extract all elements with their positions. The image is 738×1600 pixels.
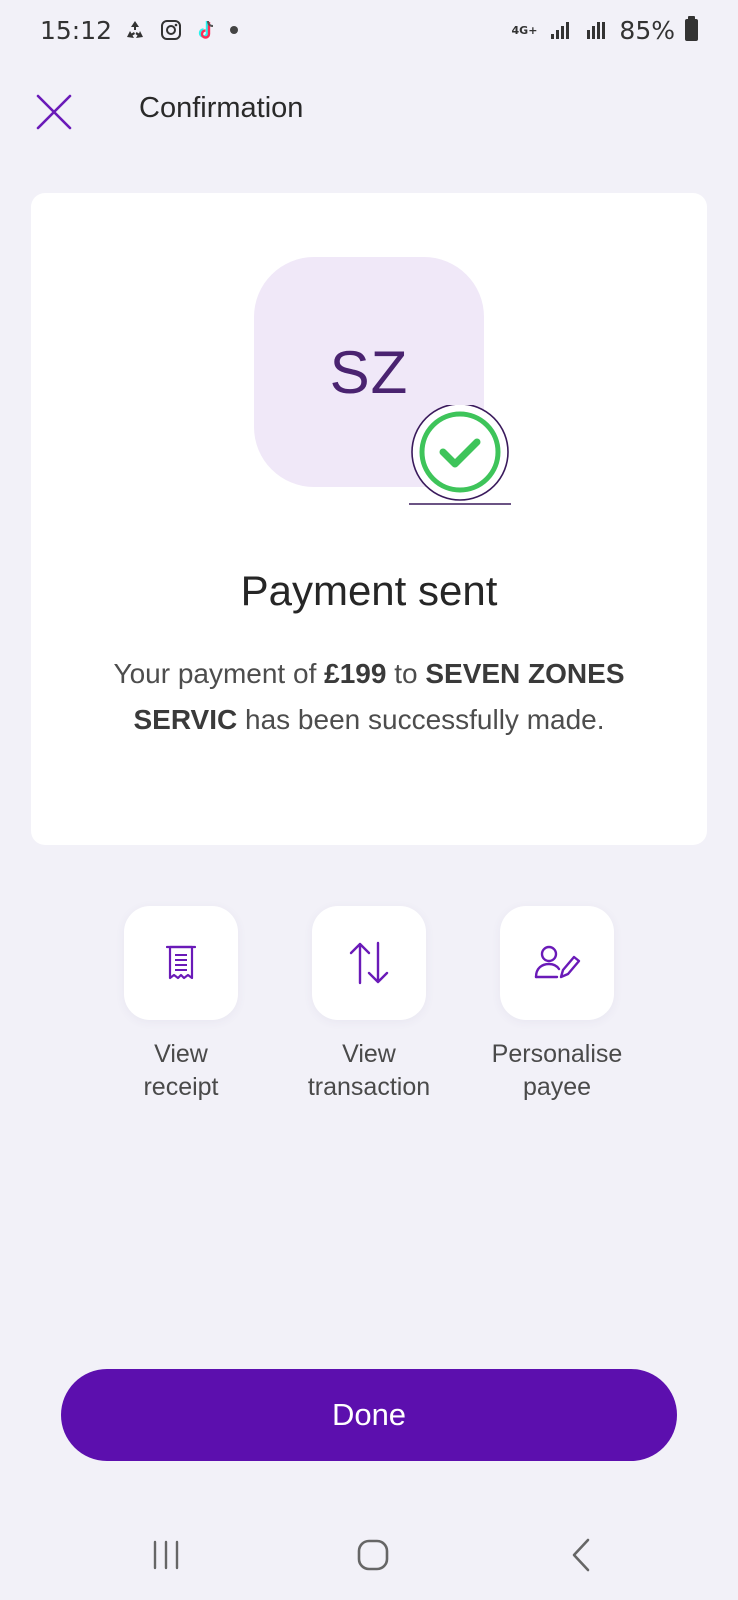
transfer-arrows-icon (349, 941, 389, 985)
view-receipt-button[interactable]: View receipt (96, 906, 266, 1104)
view-receipt-label: View receipt (96, 1038, 266, 1104)
check-circle-icon (409, 405, 511, 505)
personalise-payee-button[interactable]: Personalise payee (472, 906, 642, 1104)
desc-suffix: has been successfully made. (237, 704, 605, 735)
back-icon (572, 1538, 590, 1572)
header: Confirmation (0, 70, 738, 150)
payment-amount: £199 (324, 658, 387, 689)
status-left: 15:12 (40, 15, 239, 45)
back-button[interactable] (551, 1535, 611, 1575)
recents-button[interactable] (136, 1535, 196, 1575)
personalise-payee-label-line1: Personalise (491, 1040, 623, 1068)
battery-icon (685, 16, 698, 41)
payment-description: Your payment of £199 to SEVEN ZONES SERV… (101, 651, 637, 743)
system-nav-bar (0, 1505, 738, 1600)
receipt-icon (166, 945, 196, 980)
personalise-payee-label-line2: payee (522, 1073, 592, 1101)
signal-roaming-icon (583, 17, 609, 43)
notification-dot-icon (230, 26, 239, 34)
payee-initials: SZ (329, 338, 409, 406)
view-transaction-label-line2: transaction (307, 1073, 431, 1101)
edit-person-icon (534, 945, 581, 979)
desc-prefix: Your payment of (113, 658, 325, 689)
close-button[interactable] (30, 88, 78, 136)
close-icon (36, 94, 72, 130)
done-button[interactable]: Done (61, 1369, 677, 1461)
home-icon (357, 1539, 389, 1571)
recents-icon (153, 1540, 179, 1570)
action-row: View receipt View transaction Personalis… (0, 906, 738, 1106)
view-transaction-tile[interactable] (312, 906, 426, 1020)
view-receipt-label-line1: View (154, 1040, 208, 1068)
view-receipt-tile[interactable] (124, 906, 238, 1020)
network-type: 4G+ (511, 23, 538, 37)
view-transaction-label: View transaction (284, 1038, 454, 1104)
payment-status-title: Payment sent (240, 567, 498, 614)
tiktok-icon (194, 17, 220, 43)
home-button[interactable] (343, 1535, 403, 1575)
signal-icon (547, 17, 573, 43)
instagram-icon (158, 17, 184, 43)
status-time: 15:12 (40, 15, 113, 45)
confirmation-card: SZ Payment sent Your payment of £199 to … (31, 193, 707, 845)
status-right: 4G+ 85% (512, 16, 698, 45)
battery-percent: 85% (619, 15, 675, 45)
page-title: Confirmation (139, 92, 304, 124)
desc-middle: to (386, 658, 426, 689)
personalise-payee-tile[interactable] (500, 906, 614, 1020)
recycle-icon (122, 17, 148, 43)
view-receipt-label-line2: receipt (143, 1073, 219, 1101)
view-transaction-button[interactable]: View transaction (284, 906, 454, 1104)
personalise-payee-label: Personalise payee (472, 1038, 642, 1104)
view-transaction-label-line1: View (342, 1040, 396, 1068)
status-bar: 15:12 4G+ 85% (0, 0, 738, 60)
